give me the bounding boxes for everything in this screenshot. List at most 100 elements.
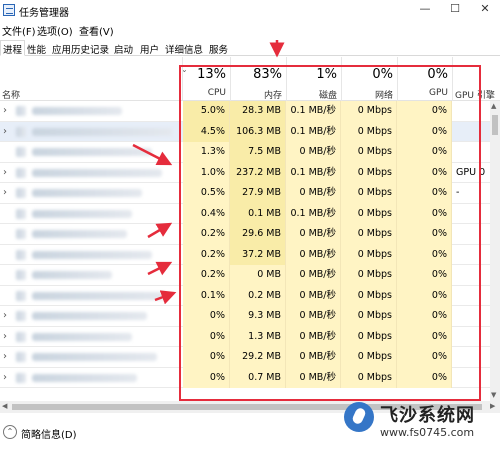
process-name-blurred [32, 250, 152, 259]
gpu-cell: 0% [397, 224, 452, 245]
expand-chevron-icon[interactable]: › [3, 187, 7, 198]
column-gpu[interactable]: GPU [397, 88, 448, 98]
column-network[interactable]: 网络 [341, 88, 393, 101]
process-icon [16, 126, 26, 137]
column-divider[interactable] [286, 57, 287, 101]
process-row[interactable]: › 0.5% 27.9 MB 0 MB/秒 0 Mbps 0% [0, 183, 492, 204]
maximize-button[interactable]: ☐ [440, 0, 470, 21]
gpu-cell: 0% [397, 306, 452, 327]
network-cell: 0 Mbps [341, 121, 397, 142]
expand-chevron-icon[interactable]: › [3, 331, 7, 342]
watermark-url: www.fs0745.com [380, 426, 475, 439]
process-row[interactable]: › 0% 9.3 MB 0 MB/秒 0 Mbps 0% [0, 306, 492, 327]
watermark-title: 飞沙系统网 [380, 405, 475, 426]
process-list: › 5.0% 28.3 MB 0.1 MB/秒 0 Mbps 0% › 4.5% 106.3 M… [0, 101, 492, 388]
tab-processes[interactable]: 进程 [0, 40, 26, 56]
gpu-total[interactable]: 0% [397, 67, 448, 82]
process-row[interactable]: 0.2% 29.6 MB 0 MB/秒 0 Mbps 0% [0, 224, 492, 245]
gpu-engine-cell [452, 224, 492, 245]
network-cell: 0 Mbps [341, 162, 397, 183]
memory-cell: 29.2 MB [230, 347, 286, 368]
process-row[interactable]: › 0% 0.7 MB 0 MB/秒 0 Mbps 0% [0, 367, 492, 388]
gpu-engine-cell [452, 142, 492, 163]
column-cpu[interactable]: CPU [183, 88, 226, 98]
column-divider[interactable] [397, 57, 398, 101]
process-row[interactable]: › 5.0% 28.3 MB 0.1 MB/秒 0 Mbps 0% [0, 101, 492, 122]
disk-cell: 0 MB/秒 [286, 265, 341, 286]
chevron-up-icon[interactable]: ⌃ [3, 425, 17, 439]
process-name-blurred [32, 168, 162, 177]
cpu-cell: 0% [183, 326, 230, 347]
process-icon [16, 249, 26, 260]
process-row[interactable]: › 0% 29.2 MB 0 MB/秒 0 Mbps 0% [0, 347, 492, 368]
column-divider[interactable] [341, 57, 342, 101]
cpu-cell: 0% [183, 367, 230, 388]
expand-chevron-icon[interactable]: › [3, 351, 7, 362]
column-name[interactable]: 名称 [2, 88, 20, 101]
memory-cell: 9.3 MB [230, 306, 286, 327]
network-cell: 0 Mbps [341, 224, 397, 245]
gpu-cell: 0% [397, 265, 452, 286]
gpu-engine-cell [452, 286, 492, 307]
cpu-total[interactable]: 13% [183, 67, 226, 82]
tab-startup[interactable]: 启动 [111, 40, 136, 56]
cpu-cell: 0% [183, 347, 230, 368]
gpu-cell: 0% [397, 121, 452, 142]
expand-chevron-icon[interactable]: › [3, 126, 7, 137]
gpu-cell: 0% [397, 142, 452, 163]
disk-cell: 0.1 MB/秒 [286, 101, 341, 122]
scroll-thumb[interactable] [492, 115, 498, 135]
expand-chevron-icon[interactable]: › [3, 372, 7, 383]
column-gpu-engine[interactable]: GPU 引擎 [455, 88, 495, 101]
vertical-scrollbar[interactable]: ▲ ▼ [490, 101, 500, 401]
process-row[interactable]: › 0% 1.3 MB 0 MB/秒 0 Mbps 0% [0, 326, 492, 347]
gpu-engine-cell [452, 101, 492, 122]
process-row[interactable]: 0.2% 37.2 MB 0 MB/秒 0 Mbps 0% [0, 244, 492, 266]
process-row[interactable]: 0.1% 0.2 MB 0 MB/秒 0 Mbps 0% [0, 285, 492, 307]
menu-bar: 文件(F) 选项(O) 查看(V) [0, 21, 500, 38]
column-divider[interactable] [452, 57, 453, 101]
process-name-blurred [32, 209, 132, 218]
process-row[interactable]: 0.4% 0.1 MB 0.1 MB/秒 0 Mbps 0% [0, 203, 492, 224]
process-row[interactable]: 1.3% 7.5 MB 0 MB/秒 0 Mbps 0% [0, 142, 492, 163]
column-divider[interactable] [182, 57, 183, 101]
memory-cell: 106.3 MB [230, 121, 286, 142]
process-row[interactable]: › 4.5% 106.3 MB 0.1 MB/秒 0 Mbps 0% [0, 121, 492, 142]
process-icon [16, 106, 26, 116]
scroll-left-icon[interactable]: ◀ [2, 402, 7, 410]
process-name-blurred [32, 127, 172, 136]
close-button[interactable]: ✕ [470, 0, 500, 21]
tab-app-history[interactable]: 应用历史记录 [49, 40, 112, 56]
process-row[interactable]: 0.2% 0 MB 0 MB/秒 0 Mbps 0% [0, 265, 492, 286]
network-total[interactable]: 0% [341, 67, 393, 82]
menu-options[interactable]: 选项(O) [37, 23, 73, 38]
column-memory[interactable]: 内存 [230, 88, 282, 101]
tab-strip: 进程 性能 应用历史记录 启动 用户 详细信息 服务 [0, 39, 500, 56]
tab-services[interactable]: 服务 [206, 40, 231, 56]
gpu-engine-cell [452, 245, 492, 266]
column-divider[interactable] [230, 57, 231, 101]
gpu-cell: 0% [397, 347, 452, 368]
expand-chevron-icon[interactable]: › [3, 105, 7, 116]
scroll-up-icon[interactable]: ▲ [491, 102, 496, 110]
title-bar: 任务管理器 — ☐ ✕ [0, 0, 500, 21]
memory-cell: 0 MB [230, 265, 286, 286]
tab-performance[interactable]: 性能 [24, 40, 49, 56]
process-row[interactable]: › 1.0% 237.2 MB 0.1 MB/秒 0 Mbps 0% GPU 0 - [0, 162, 492, 198]
expand-chevron-icon[interactable]: › [3, 167, 7, 178]
network-cell: 0 Mbps [341, 203, 397, 224]
process-name-blurred [32, 271, 112, 279]
disk-total[interactable]: 1% [286, 67, 337, 82]
cpu-cell: 4.5% [183, 121, 230, 142]
cpu-cell: 0.5% [183, 183, 230, 204]
menu-view[interactable]: 查看(V) [79, 23, 114, 38]
expand-chevron-icon[interactable]: › [3, 310, 7, 321]
column-disk[interactable]: 磁盘 [286, 88, 337, 101]
network-cell: 0 Mbps [341, 326, 397, 347]
minimize-button[interactable]: — [410, 0, 440, 21]
tab-details[interactable]: 详细信息 [162, 40, 206, 56]
fewer-details-link[interactable]: 简略信息(D) [21, 426, 77, 441]
tab-users[interactable]: 用户 [137, 40, 162, 56]
memory-total[interactable]: 83% [230, 67, 282, 82]
menu-file[interactable]: 文件(F) [2, 23, 36, 38]
